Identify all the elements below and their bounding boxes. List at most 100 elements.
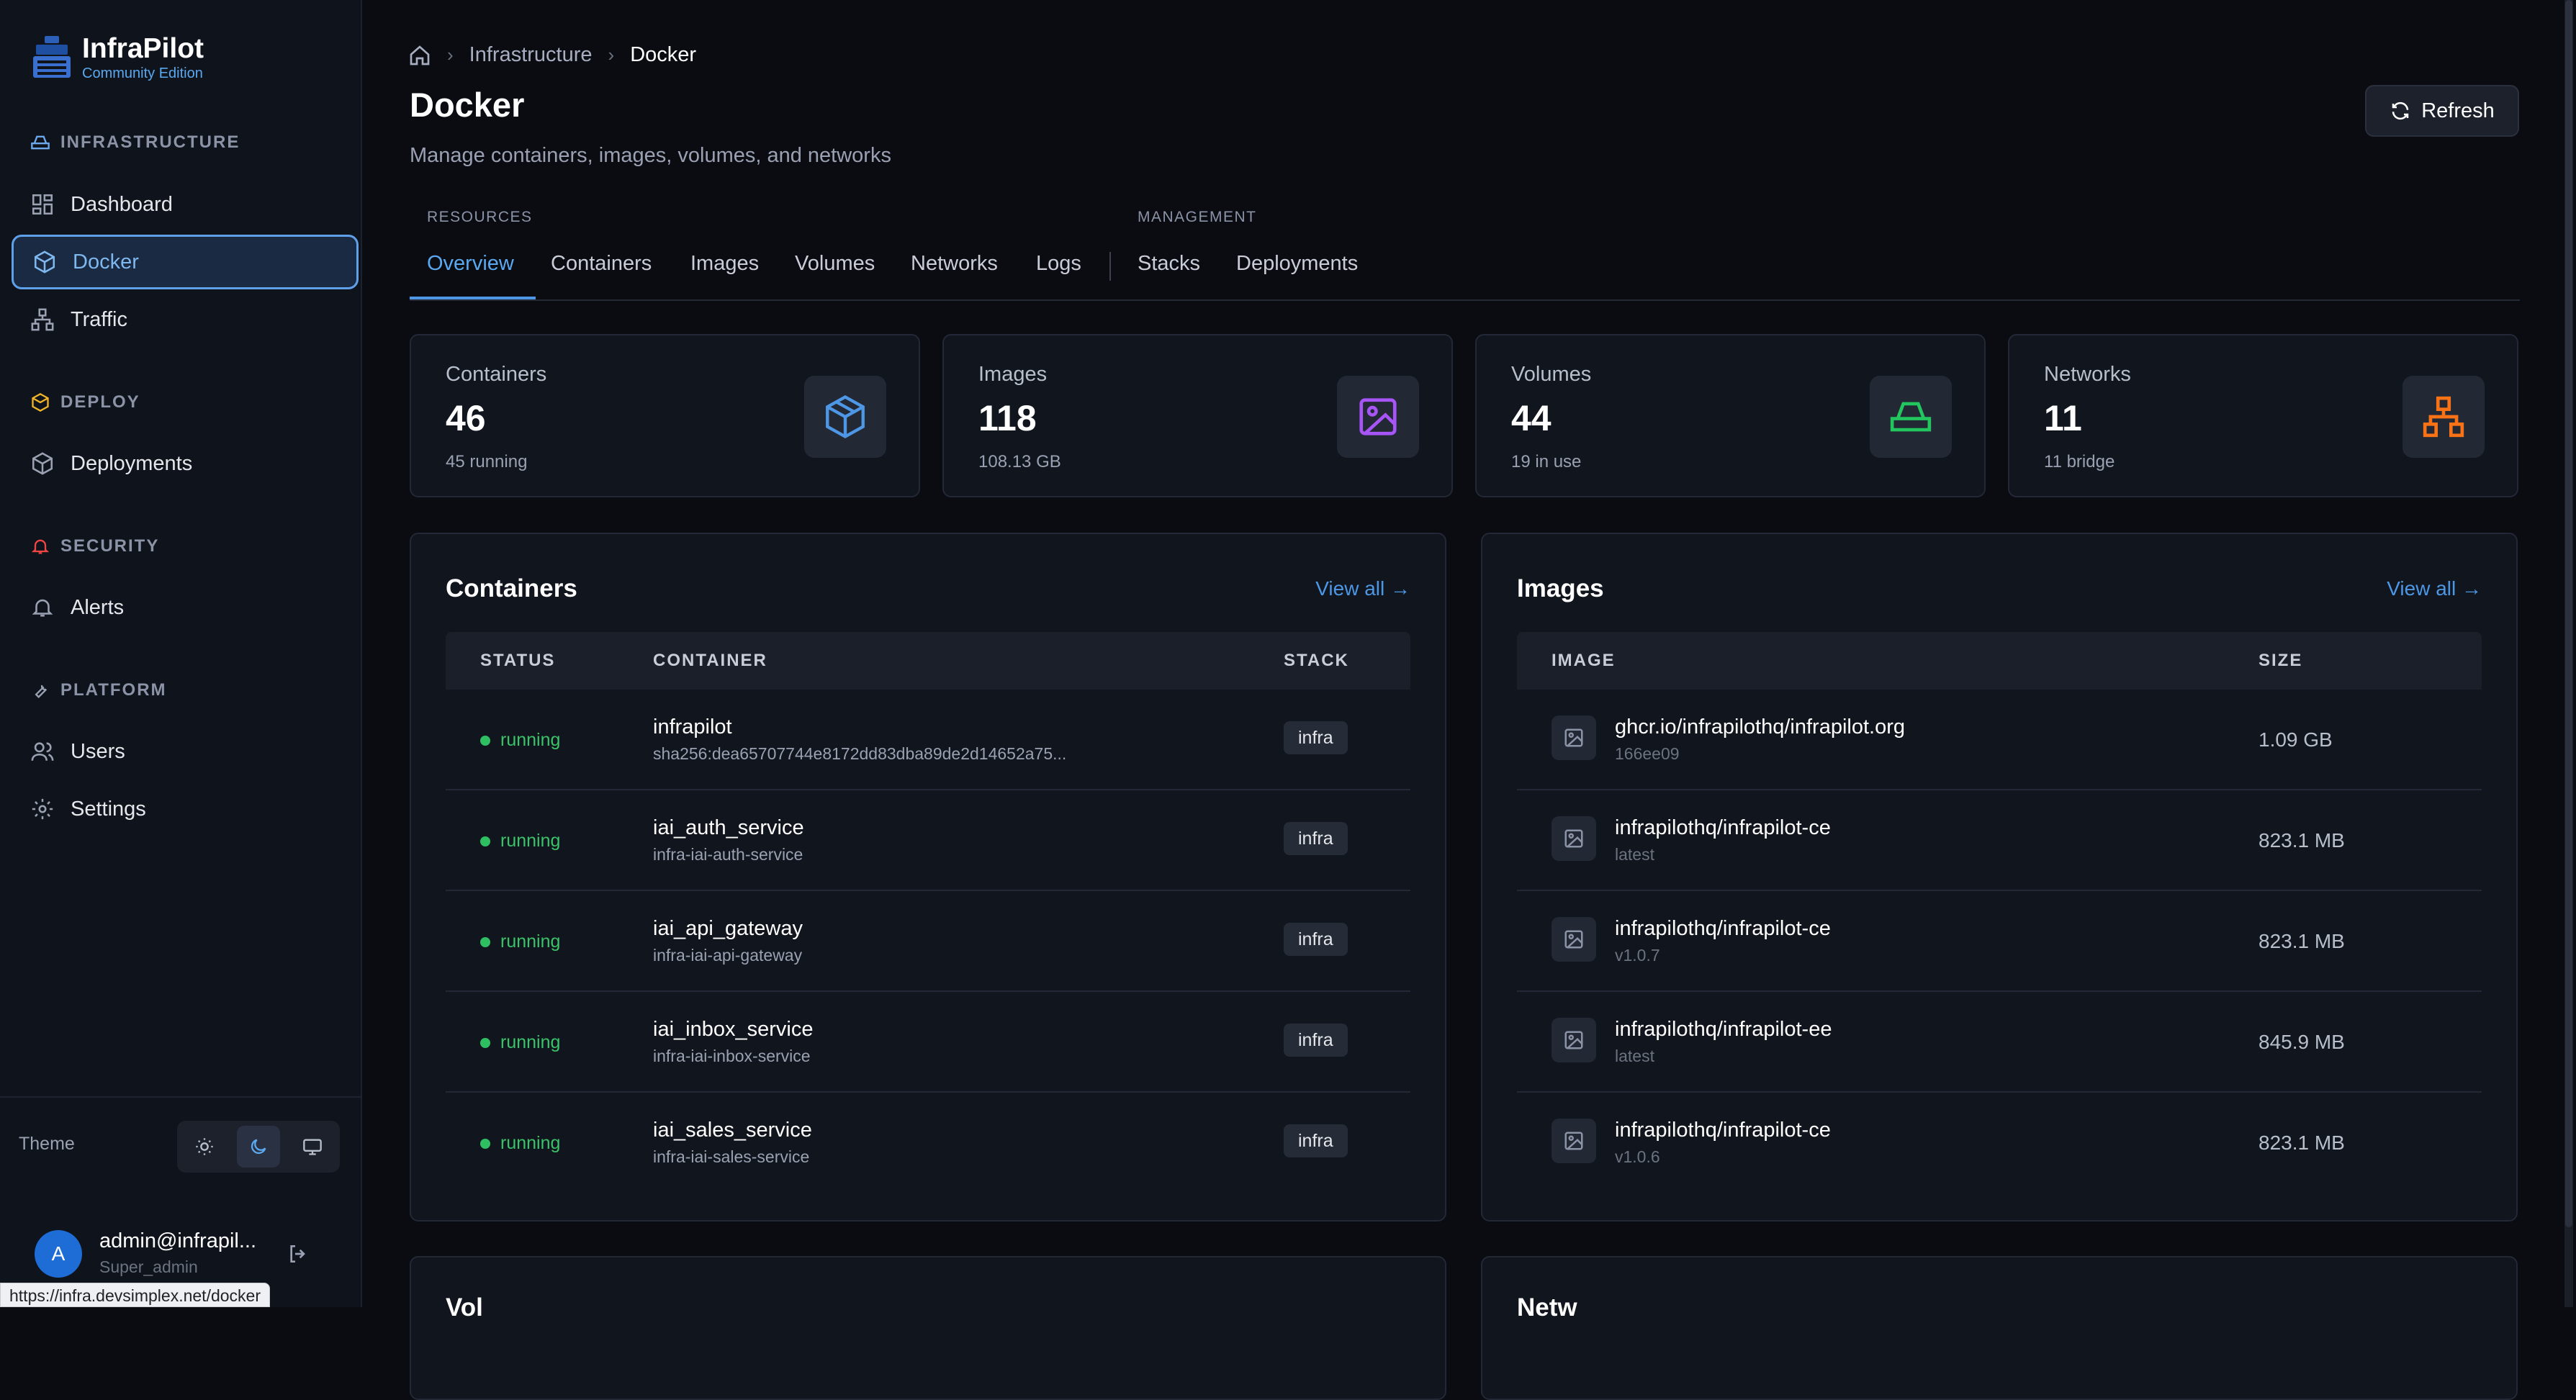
wrench-icon xyxy=(35,685,47,698)
infrapilot-logo-icon xyxy=(33,36,71,78)
sidebar-item-docker[interactable]: Docker xyxy=(12,235,359,289)
table-row[interactable]: running iai_inbox_service infra-iai-inbo… xyxy=(446,992,1410,1093)
stat-card-volumes[interactable]: Volumes 44 19 in use xyxy=(1475,334,1986,497)
table-row[interactable]: running infrapilot sha256:dea65707744e81… xyxy=(446,690,1410,790)
page-scrollbar-thumb[interactable] xyxy=(2565,0,2572,1227)
tab-logs[interactable]: Logs xyxy=(1036,252,1081,276)
box-icon xyxy=(826,394,865,439)
bell-icon xyxy=(32,599,53,617)
stat-value: 11 xyxy=(2044,398,2082,438)
tab-stacks[interactable]: Stacks xyxy=(1138,252,1200,276)
user-name: admin@infrapil... xyxy=(99,1229,257,1252)
container-id: infra-iai-inbox-service xyxy=(653,1047,811,1065)
stat-label: Containers xyxy=(446,363,547,386)
image-icon xyxy=(1564,930,1583,949)
tab-overview[interactable]: Overview xyxy=(427,252,514,276)
container-id: sha256:dea65707744e8172dd83dba89de2d1465… xyxy=(653,744,1067,763)
networks-panel: Netw xyxy=(1481,1256,2518,1400)
network-icon xyxy=(31,308,54,331)
table-row[interactable]: infrapilothq/infrapilot-ce v1.0.6 823.1 … xyxy=(1517,1093,2482,1192)
tab-deployments[interactable]: Deployments xyxy=(1236,252,1358,276)
image-size: 823.1 MB xyxy=(2258,829,2345,852)
status-indicator: running xyxy=(480,831,560,852)
bell-icon xyxy=(31,539,50,554)
breadcrumb: › Infrastructure › Docker xyxy=(408,43,696,67)
sidebar-item-dashboard[interactable]: Dashboard xyxy=(12,177,359,232)
section-label: INFRASTRUCTURE xyxy=(60,132,240,152)
table-row[interactable]: infrapilothq/infrapilot-ce v1.0.7 823.1 … xyxy=(1517,891,2482,992)
home-icon[interactable] xyxy=(408,44,431,67)
section-label: PLATFORM xyxy=(60,680,167,700)
table-row[interactable]: running iai_sales_service infra-iai-sale… xyxy=(446,1093,1410,1192)
container-name: iai_api_gateway xyxy=(653,917,803,940)
user-role: Super_admin xyxy=(99,1257,198,1276)
stack-badge: infra xyxy=(1284,721,1348,754)
logout-icon[interactable] xyxy=(287,1242,310,1265)
containers-table: STATUS CONTAINER STACK running infrapilo… xyxy=(446,632,1410,1192)
theme-toggle xyxy=(177,1121,340,1173)
tab-group-management: MANAGEMENT xyxy=(1138,209,1257,225)
images-view-all-link[interactable]: View all → xyxy=(2387,577,2482,600)
containers-view-all-link[interactable]: View all → xyxy=(1315,577,1410,600)
tab-networks[interactable]: Networks xyxy=(911,252,998,276)
hard-drive-icon xyxy=(1890,402,1932,432)
tab-containers[interactable]: Containers xyxy=(551,252,652,276)
table-row[interactable]: infrapilothq/infrapilot-ce latest 823.1 … xyxy=(1517,790,2482,891)
breadcrumb-item-infrastructure[interactable]: Infrastructure xyxy=(469,43,593,67)
status-indicator: running xyxy=(480,1032,560,1053)
sidebar-item-users[interactable]: Users xyxy=(12,724,359,779)
stat-card-networks[interactable]: Networks 11 11 bridge xyxy=(2008,334,2518,497)
stat-icon-container xyxy=(1337,376,1419,458)
chevron-right-icon: › xyxy=(447,44,454,66)
box-icon xyxy=(34,250,55,274)
table-row[interactable]: running iai_api_gateway infra-iai-api-ga… xyxy=(446,891,1410,992)
stack-badge: infra xyxy=(1284,1124,1348,1157)
section-platform: PLATFORM xyxy=(30,680,167,700)
stat-icon-container xyxy=(1870,376,1952,458)
image-icon xyxy=(1564,728,1583,747)
table-row[interactable]: ghcr.io/infrapilothq/infrapilot.org 166e… xyxy=(1517,690,2482,790)
table-row[interactable]: running iai_auth_service infra-iai-auth-… xyxy=(446,790,1410,891)
table-row[interactable]: infrapilothq/infrapilot-ee latest 845.9 … xyxy=(1517,992,2482,1093)
tab-volumes[interactable]: Volumes xyxy=(795,252,875,276)
stat-card-containers[interactable]: Containers 46 45 running xyxy=(410,334,920,497)
stat-card-images[interactable]: Images 118 108.13 GB xyxy=(942,334,1453,497)
sidebar-item-label: Alerts xyxy=(71,595,125,619)
status-dot xyxy=(480,1037,490,1048)
sidebar-item-alerts[interactable]: Alerts xyxy=(12,580,359,635)
sidebar-item-traffic[interactable]: Traffic xyxy=(12,292,359,347)
image-icon xyxy=(1564,829,1583,848)
section-infrastructure: INFRASTRUCTURE xyxy=(30,132,240,153)
refresh-button[interactable]: Refresh xyxy=(2365,85,2519,137)
chevron-right-icon: › xyxy=(608,44,615,66)
section-label: DEPLOY xyxy=(60,392,140,412)
column-header-stack: STACK xyxy=(1284,651,1349,670)
column-header-image: IMAGE xyxy=(1552,651,1616,670)
stack-badge: infra xyxy=(1284,923,1348,956)
image-name: infrapilothq/infrapilot-ce xyxy=(1615,1119,1831,1142)
theme-dark-button[interactable] xyxy=(236,1126,280,1168)
sidebar-item-settings[interactable]: Settings xyxy=(12,782,359,836)
gear-icon xyxy=(32,798,53,820)
image-size: 1.09 GB xyxy=(2258,728,2333,751)
app-logo[interactable]: InfraPilot Community Edition xyxy=(32,33,204,82)
status-indicator: running xyxy=(480,931,560,952)
sidebar-item-deployments[interactable]: Deployments xyxy=(12,436,359,491)
column-header-status: STATUS xyxy=(480,651,556,670)
image-name: ghcr.io/infrapilothq/infrapilot.org xyxy=(1615,715,1906,739)
container-name: iai_auth_service xyxy=(653,816,804,839)
tab-images[interactable]: Images xyxy=(690,252,759,276)
column-header-size: SIZE xyxy=(2258,651,2303,670)
sidebar-item-label: Dashboard xyxy=(71,192,173,216)
moon-icon xyxy=(251,1139,266,1155)
users-icon xyxy=(31,742,54,761)
stat-sub: 108.13 GB xyxy=(978,452,1061,471)
image-size: 823.1 MB xyxy=(2258,930,2345,952)
theme-light-button[interactable] xyxy=(183,1126,226,1168)
theme-system-button[interactable] xyxy=(291,1126,334,1168)
stat-sub: 11 bridge xyxy=(2044,452,2115,471)
sidebar-item-label: Traffic xyxy=(71,307,127,331)
status-text: running xyxy=(500,831,561,851)
page-subtitle: Manage containers, images, volumes, and … xyxy=(410,144,891,167)
container-id: infra-iai-sales-service xyxy=(653,1147,810,1166)
